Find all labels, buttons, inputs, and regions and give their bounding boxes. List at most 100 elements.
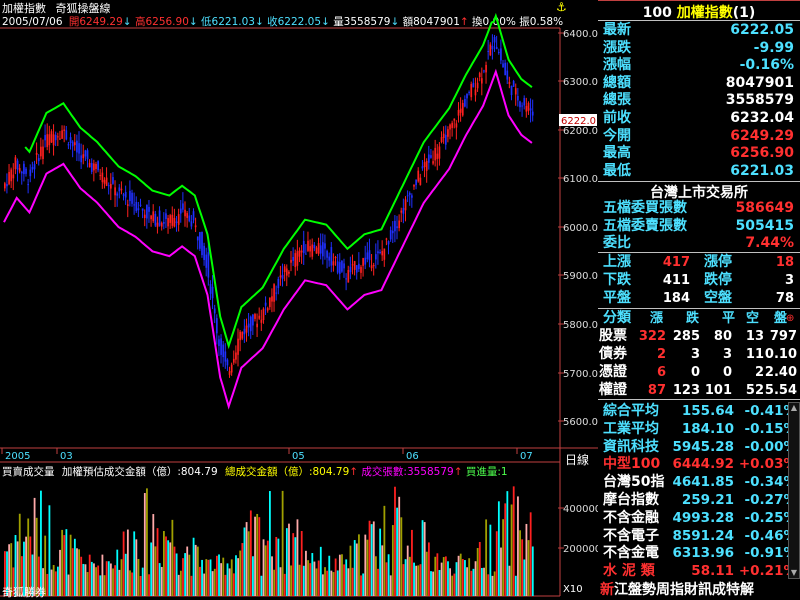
class-ratio: 5.54 (764, 383, 797, 398)
candle-body (220, 338, 222, 355)
class-empty: 13 (745, 329, 764, 344)
candle-body (375, 254, 377, 260)
class-ratio: 2.40 (764, 365, 797, 380)
candle-body (277, 278, 280, 289)
volume-bar (394, 486, 396, 596)
class-flat: 0 (722, 365, 732, 380)
volume-bar (205, 559, 208, 596)
index-row[interactable]: 水 泥 類 58.11 +0.21% (598, 562, 800, 581)
volume-bar (485, 519, 488, 596)
volume-bar (249, 510, 252, 596)
candle-body (101, 172, 104, 183)
candle-body (12, 174, 15, 179)
class-flat: 80 (713, 329, 732, 344)
volume-bar (194, 544, 197, 596)
candle-body (487, 51, 490, 53)
volume-bar (73, 538, 76, 596)
candle-body (436, 153, 439, 159)
candle-body (478, 73, 481, 78)
volume-bar (349, 545, 352, 596)
volume-bar (370, 524, 373, 596)
volume-bar (120, 559, 123, 596)
candle-body (258, 315, 261, 319)
index-row[interactable]: 不含電子 8591.24 -0.46% (598, 527, 800, 546)
volume-bar (67, 574, 70, 596)
volume-bar (502, 519, 504, 596)
kline-chart[interactable]: 加權指數 奇狐操盤線 2005/07/06 開6249.29↓ 高6256.90… (0, 0, 598, 600)
depth-row: 五檔委買張數 586649 (598, 199, 800, 218)
candle-body (387, 241, 390, 245)
candle-body (423, 162, 426, 168)
candle-body (402, 207, 405, 214)
candle-body (232, 358, 235, 363)
index-value: 4993.28 (672, 509, 735, 526)
volume-bar (80, 556, 83, 596)
candle-body (243, 328, 246, 335)
candle-body (150, 215, 152, 220)
volume-bar (48, 505, 51, 596)
period-label[interactable]: 日線 (565, 451, 589, 468)
candle-body (76, 140, 78, 153)
candle-body (86, 150, 89, 160)
candle-body (129, 190, 131, 202)
candle-body (370, 265, 373, 269)
volume-bar (453, 573, 456, 596)
volume-bar (521, 539, 524, 596)
volume-bar (283, 573, 286, 596)
volume-bar (425, 551, 428, 596)
quote-label: 總張 (603, 92, 631, 109)
volume-bar (184, 553, 186, 596)
class-down: 123 (672, 383, 700, 398)
candle-body (230, 364, 233, 373)
volume-bar (131, 572, 133, 596)
volume-bar (400, 517, 403, 596)
candle-body (413, 184, 415, 187)
volume-bar (500, 547, 502, 596)
candle-body (440, 137, 443, 143)
volume-bar (169, 542, 172, 596)
candle-body (493, 37, 496, 43)
index-row[interactable]: 工業平均 184.10 -0.15% (598, 420, 800, 439)
candle-body (213, 308, 216, 314)
index-row[interactable]: 綜合平均 155.64 -0.41% (598, 402, 800, 421)
volume-bar (277, 538, 280, 596)
candle-body (118, 187, 121, 192)
marquee[interactable]: 新江盤勢周指財訊成特解 (598, 580, 800, 600)
candle-body (31, 167, 34, 170)
candle-body (37, 158, 40, 162)
candle-body (169, 215, 172, 223)
volume-bar (421, 520, 424, 596)
candle-body (173, 217, 176, 227)
index-value: 155.64 (681, 403, 734, 419)
candle-body (105, 177, 108, 186)
index-scrollbar[interactable]: ▲ ▼ (788, 402, 800, 579)
candle-body (328, 256, 331, 261)
candle-body (396, 226, 398, 229)
index-row[interactable]: 不含金電 6313.96 -0.91% (598, 544, 800, 563)
index-row[interactable]: 摩台指數 259.21 -0.27% (598, 491, 800, 510)
candle-body (330, 247, 333, 266)
candle-body (279, 275, 282, 278)
volume-bar (360, 575, 362, 596)
index-row[interactable]: 不含金融 4993.28 -0.25% (598, 509, 800, 528)
candle-body (510, 85, 513, 96)
candle-body (35, 152, 38, 155)
volume-bar (423, 522, 426, 596)
index-row[interactable]: 中型100 6444.92 +0.03% (598, 455, 800, 474)
volume-bar (444, 556, 447, 596)
volume-bar (459, 553, 462, 596)
candle-body (428, 154, 430, 163)
candle-body (260, 319, 263, 323)
index-row[interactable]: 資訊科技 5945.28 -0.00% (598, 438, 800, 457)
volume-bar (481, 567, 483, 596)
add-icon[interactable]: ⊕ (786, 309, 794, 328)
price-axis-label: 6400.0 (563, 29, 598, 40)
footer-brand: 奇狐勝券 (2, 586, 46, 599)
index-row[interactable]: 台灣50指 4641.85 -0.34% (598, 473, 800, 492)
candle-body (44, 135, 46, 141)
volume-bar (313, 561, 316, 596)
candle-body (61, 130, 63, 139)
class-name: 憑證 (599, 364, 627, 380)
volume-bar (430, 571, 432, 596)
class-row: 憑證 6 0 0 2 2.40 (598, 363, 800, 382)
